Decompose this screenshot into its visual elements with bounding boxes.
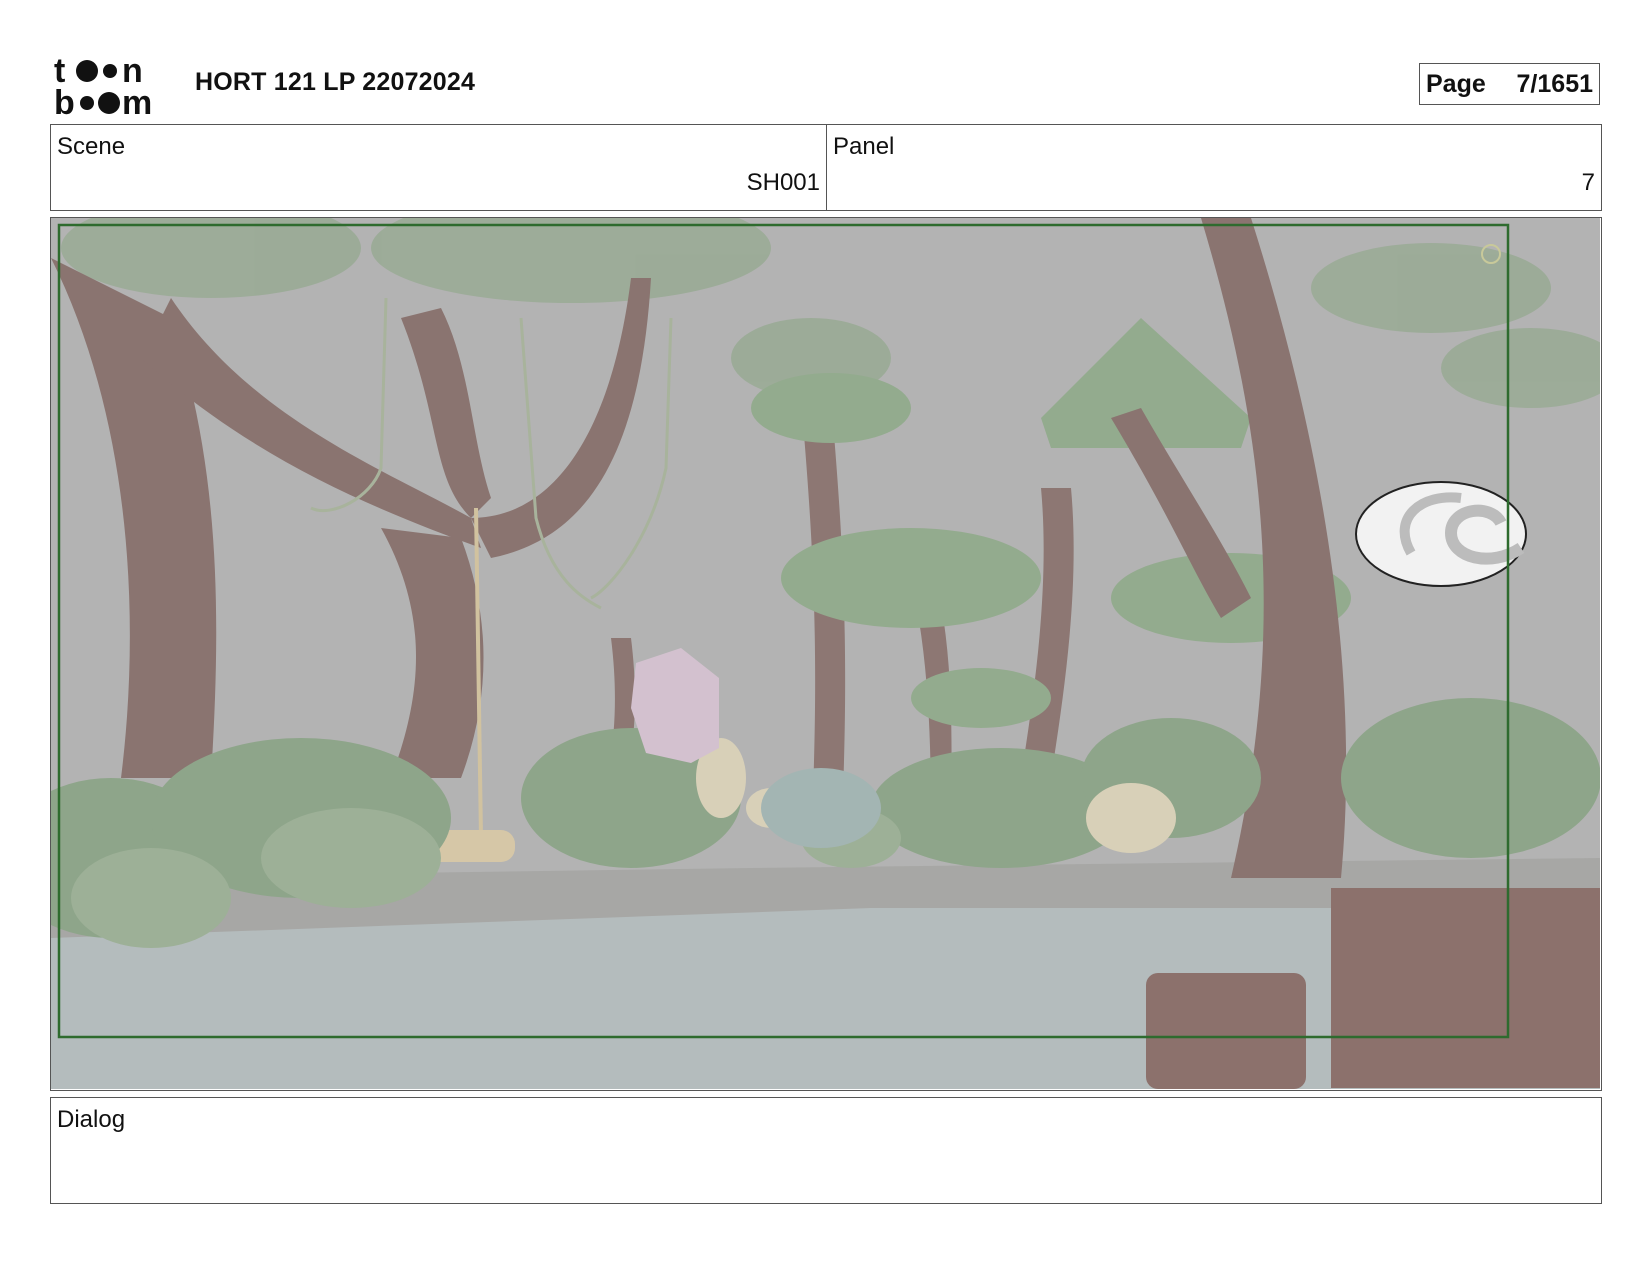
panel-field: Panel 7	[827, 125, 1601, 210]
scene-label: Scene	[57, 133, 126, 160]
svg-text:m: m	[122, 84, 152, 118]
page-number: 7/1651	[1516, 69, 1593, 98]
storyboard-panel-image	[50, 217, 1602, 1091]
scene-panel-row: Scene SH001 Panel 7	[50, 124, 1602, 211]
dialog-label: Dialog	[57, 1106, 126, 1133]
dialog-field: Dialog	[50, 1097, 1602, 1204]
svg-text:b: b	[54, 84, 75, 118]
jungle-scene-illustration	[51, 218, 1600, 1089]
panel-value: 7	[1581, 169, 1595, 196]
document-title: HORT 121 LP 22072024	[195, 68, 476, 96]
page-label: Page	[1426, 69, 1486, 98]
toon-boom-logo: t n b m	[54, 52, 152, 118]
panel-label: Panel	[833, 133, 895, 160]
scene-field: Scene SH001	[51, 125, 827, 210]
scene-value: SH001	[746, 169, 820, 196]
page-indicator: Page 7/1651	[1419, 63, 1600, 105]
